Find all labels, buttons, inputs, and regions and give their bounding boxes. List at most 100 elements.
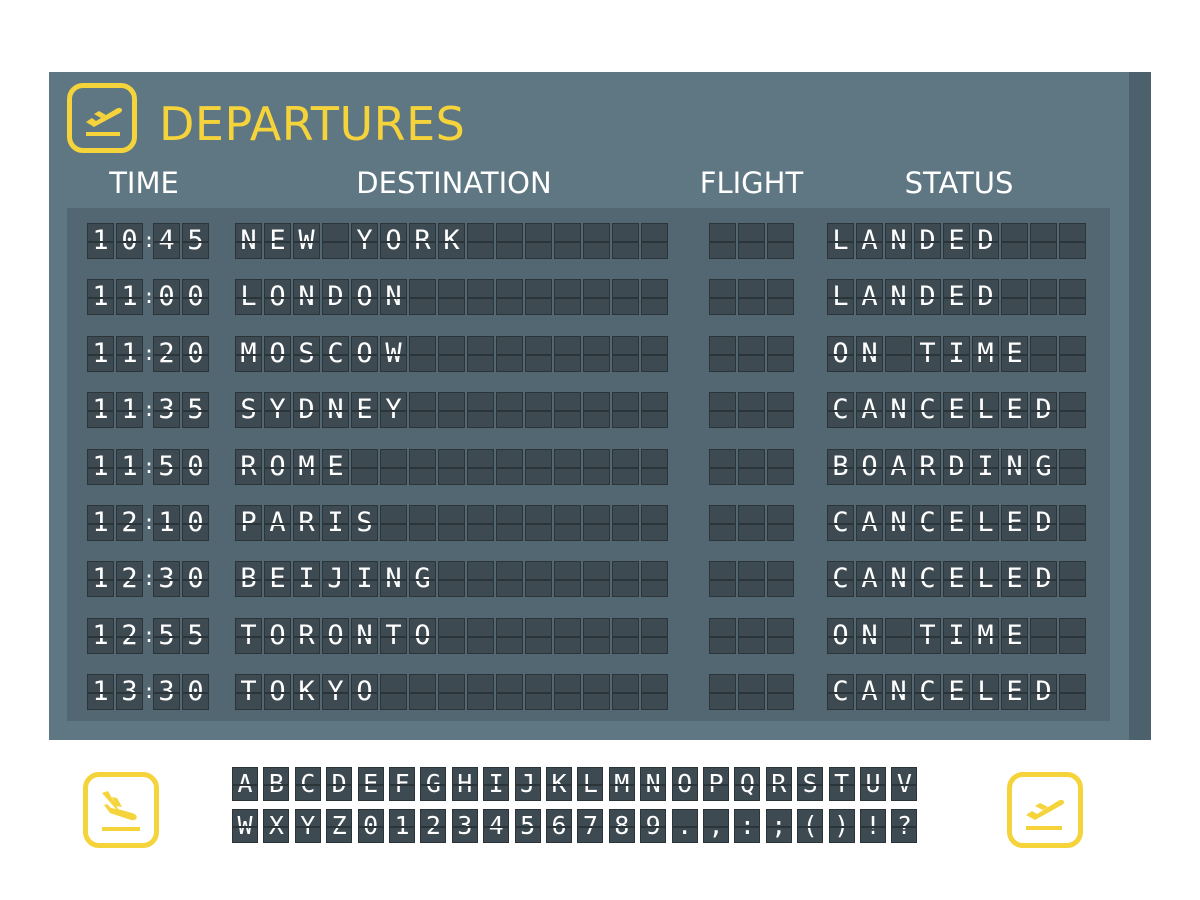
alphabet-tile: ? (891, 809, 918, 843)
destination-tile: I (293, 561, 320, 598)
destination-tile: S (235, 392, 262, 429)
flight-tile (738, 505, 765, 541)
destination-tile (467, 335, 494, 372)
destination-tile: Y (264, 392, 291, 429)
status-tile: E (1001, 392, 1028, 429)
status-tile: N (885, 561, 912, 598)
destination-tile: R (293, 617, 320, 654)
alphabet-tile: V (891, 767, 918, 801)
flight-tile (767, 392, 794, 429)
destination-tile (583, 617, 610, 654)
destination-tile: N (351, 617, 378, 654)
status-tile: O (827, 617, 854, 654)
destination-tile: E (264, 561, 291, 598)
status-tile: N (885, 392, 912, 429)
time-tile: 1 (87, 617, 114, 654)
time-tile: 1 (87, 223, 114, 259)
destination-tile (380, 674, 407, 711)
alphabet-tile: ; (765, 809, 792, 843)
flight-tile (767, 617, 794, 654)
status-tile: L (972, 505, 999, 541)
destination-tile (496, 223, 523, 259)
flight-tile (767, 335, 794, 372)
alphabet-tile: ) (828, 809, 855, 843)
time-tile: 1 (153, 505, 180, 541)
destination-tile (496, 505, 523, 541)
time-tile: 1 (87, 561, 114, 598)
flight-row: 12:30BEIJINGCANCELED (67, 561, 1110, 598)
destination-tile (380, 448, 407, 485)
destination-tile: R (293, 505, 320, 541)
alphabet-tile: 3 (451, 809, 478, 843)
destination-tile (438, 561, 465, 598)
alphabet-tile: G (420, 767, 447, 801)
time-tile: 1 (116, 448, 143, 485)
alphabet-tile: 0 (357, 809, 384, 843)
status-tile: G (1030, 448, 1057, 485)
destination-tile (525, 505, 552, 541)
alphabet-tile: S (797, 767, 824, 801)
flight-row: 10:45NEWYORKLANDED (67, 223, 1110, 259)
departures-board: DEPARTURES TIME DESTINATION FLIGHT STATU… (49, 72, 1151, 740)
destination-tile: Y (322, 674, 349, 711)
status-tile: E (1001, 505, 1028, 541)
destination-tile (438, 505, 465, 541)
destination-tile: O (264, 674, 291, 711)
time-tile: 1 (87, 392, 114, 429)
destination-tile (641, 505, 668, 541)
destination-tile: E (351, 392, 378, 429)
destination-tile: O (264, 448, 291, 485)
alphabet-tile: A (232, 767, 258, 801)
status-tile: A (856, 279, 883, 316)
status-tile: B (827, 448, 854, 485)
status-tile (1059, 335, 1086, 372)
destination-tile (583, 674, 610, 711)
status-tile: T (914, 335, 941, 372)
time-tile: 0 (182, 674, 209, 711)
time-colon: : (143, 279, 153, 315)
alphabet-tile: Y (294, 809, 321, 843)
destination-tile (583, 335, 610, 372)
destination-tile (525, 561, 552, 598)
destination-tile (409, 335, 436, 372)
destination-tile (641, 335, 668, 372)
status-tile: E (1001, 561, 1028, 598)
alphabet-tile: F (389, 767, 415, 801)
destination-tile (467, 279, 494, 316)
board-edge (1129, 72, 1151, 740)
destination-tile (409, 448, 436, 485)
status-tile: E (943, 561, 970, 598)
time-colon: : (143, 449, 153, 485)
status-tile: O (856, 448, 883, 485)
flight-row: 11:00LONDONLANDED (67, 279, 1110, 316)
time-tile: 1 (87, 505, 114, 541)
flight-tile (738, 335, 765, 372)
time-tile: 0 (182, 448, 209, 485)
destination-tile (583, 392, 610, 429)
time-tile: 3 (153, 674, 180, 711)
flight-tile (767, 223, 794, 259)
alphabet-tile: P (703, 767, 729, 801)
status-tile: M (972, 335, 999, 372)
destination-tile (641, 448, 668, 485)
alphabet-tile: 7 (577, 809, 604, 843)
status-tile: E (943, 674, 970, 711)
destination-tile: W (293, 223, 320, 259)
alphabet-tile: : (734, 809, 761, 843)
flights-panel: 10:45NEWYORKLANDED11:00LONDONLANDED11:20… (67, 208, 1110, 721)
flight-tile (738, 617, 765, 654)
destination-tile: O (264, 335, 291, 372)
status-tile: L (972, 674, 999, 711)
status-tile: C (827, 505, 854, 541)
status-tile: N (856, 335, 883, 372)
destination-tile: T (380, 617, 407, 654)
flight-tile (738, 279, 765, 316)
destination-tile (467, 505, 494, 541)
destination-tile (525, 279, 552, 316)
destination-tile (583, 448, 610, 485)
destination-tile: T (235, 674, 262, 711)
destination-tile: I (351, 561, 378, 598)
status-tile (1030, 335, 1057, 372)
flight-row: 11:35SYDNEYCANCELED (67, 392, 1110, 429)
destination-tile: R (235, 448, 262, 485)
